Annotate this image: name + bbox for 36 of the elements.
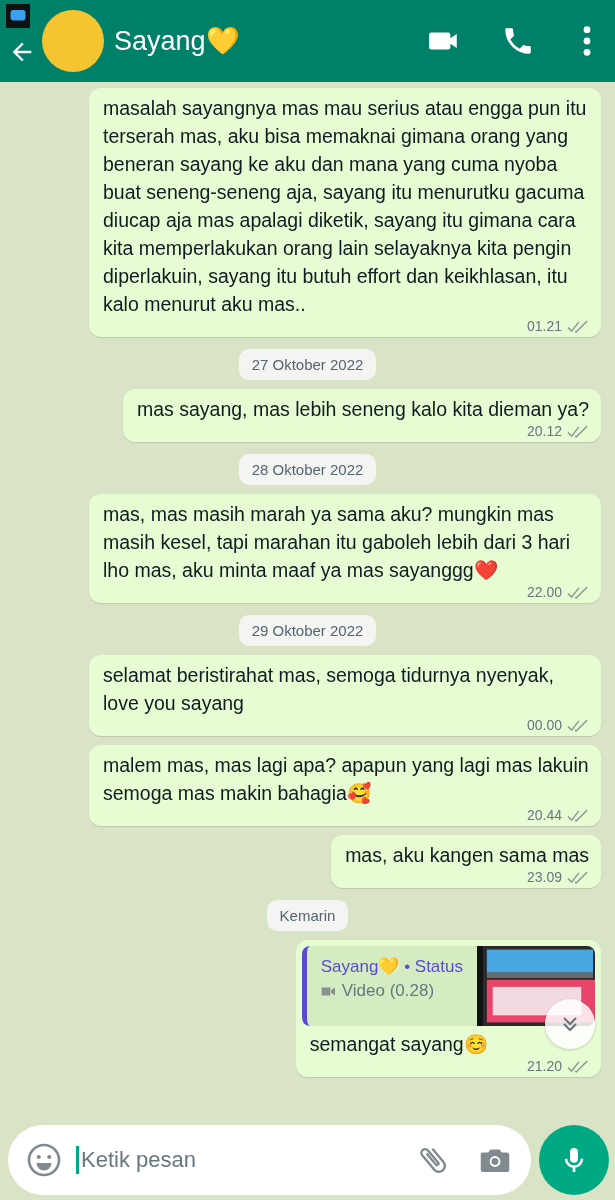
- message-text: masalah sayangnya mas mau serius atau engga pun itu terserah mas, aku bisa memaknai gimana orang yang beneran sayang ke aku dan mana yang cuma nyoba buat seneng-seneng aja, sayang itu menurutku gacuma diucap aja mas apalagi diketik, sayang itu gimana cara kita memperlakukan orang lain selayaknya kita pengin diperlakuin, sayang itu butuh effort dan keikhlasan, itu kalo menurut aku mas..: [103, 96, 588, 317]
- message-bubble[interactable]: malem mas, mas lagi apa? apapun yang lagi mas lakuin semoga mas makin bahagia🥰 20.44: [89, 745, 601, 826]
- quote-author: Sayang💛 • Status: [320, 956, 463, 977]
- message-text: semangat sayang☺: [309, 1032, 489, 1057]
- message-text: selamat beristirahat mas, semoga tidurnya nyenyak, love you sayang: [103, 663, 555, 716]
- date-chip: 28 Oktober 2022: [238, 454, 377, 485]
- date-chip: Kemarin: [266, 900, 349, 931]
- message-text: mas, mas masih marah ya sama aku? mungkin mas masih kesel, tapi marahan itu gaboleh lebih dari 3 hari lho mas, aku minta maaf ya mas sayanggg❤: [103, 502, 572, 583]
- message-bubble[interactable]: mas, aku kangen sama mas 23.09: [331, 835, 601, 888]
- more-options-icon[interactable]: [581, 24, 593, 58]
- message-time: 20.12: [526, 423, 562, 439]
- message-bubble[interactable]: selamat beristirahat mas, semoga tidurnya nyenyak, love you sayang 00.00: [89, 655, 601, 736]
- message-bubble[interactable]: Sayang💛 • Status Video (0.28) semangat sayang☺ 21.20: [295, 940, 601, 1077]
- message-text: mas sayang, mas lebih seneng kalo kita dieman ya?: [137, 397, 589, 422]
- message-time: 20.44: [526, 807, 562, 823]
- scroll-down-button[interactable]: [545, 999, 595, 1049]
- message-bubble[interactable]: mas sayang, mas lebih seneng kalo kita dieman ya? 20.12: [123, 389, 601, 442]
- message-time: 01.21: [526, 318, 562, 334]
- message-time: 21.20: [526, 1058, 562, 1074]
- video-icon: [320, 985, 337, 997]
- emoji-icon[interactable]: [26, 1142, 62, 1178]
- quoted-status[interactable]: Sayang💛 • Status Video (0.28): [301, 946, 595, 1026]
- message-bubble[interactable]: mas, mas masih marah ya sama aku? mungkin mas masih kesel, tapi marahan itu gaboleh lebih dari 3 hari lho mas, aku minta maaf ya mas sayanggg❤ 22.00: [89, 494, 601, 603]
- contact-name[interactable]: Sayang💛: [114, 25, 240, 57]
- message-time: 23.09: [526, 869, 562, 885]
- date-chip: 29 Oktober 2022: [238, 615, 377, 646]
- chat-bubble-icon[interactable]: [6, 4, 30, 28]
- avatar[interactable]: [42, 10, 104, 72]
- date-chip: 27 Oktober 2022: [238, 349, 377, 380]
- message-bubble[interactable]: [89, 88, 601, 337]
- message-input-field[interactable]: Ketik pesan: [76, 1146, 389, 1174]
- message-text: malem mas, mas lagi apa? apapun yang lagi mas lakuin semoga mas makin bahagia🥰: [103, 753, 589, 806]
- message-text: mas, aku kangen sama mas: [345, 843, 589, 868]
- quote-text: Video (0.28): [341, 981, 435, 1001]
- message-time: 22.00: [526, 584, 562, 600]
- message-time: 00.00: [526, 717, 562, 733]
